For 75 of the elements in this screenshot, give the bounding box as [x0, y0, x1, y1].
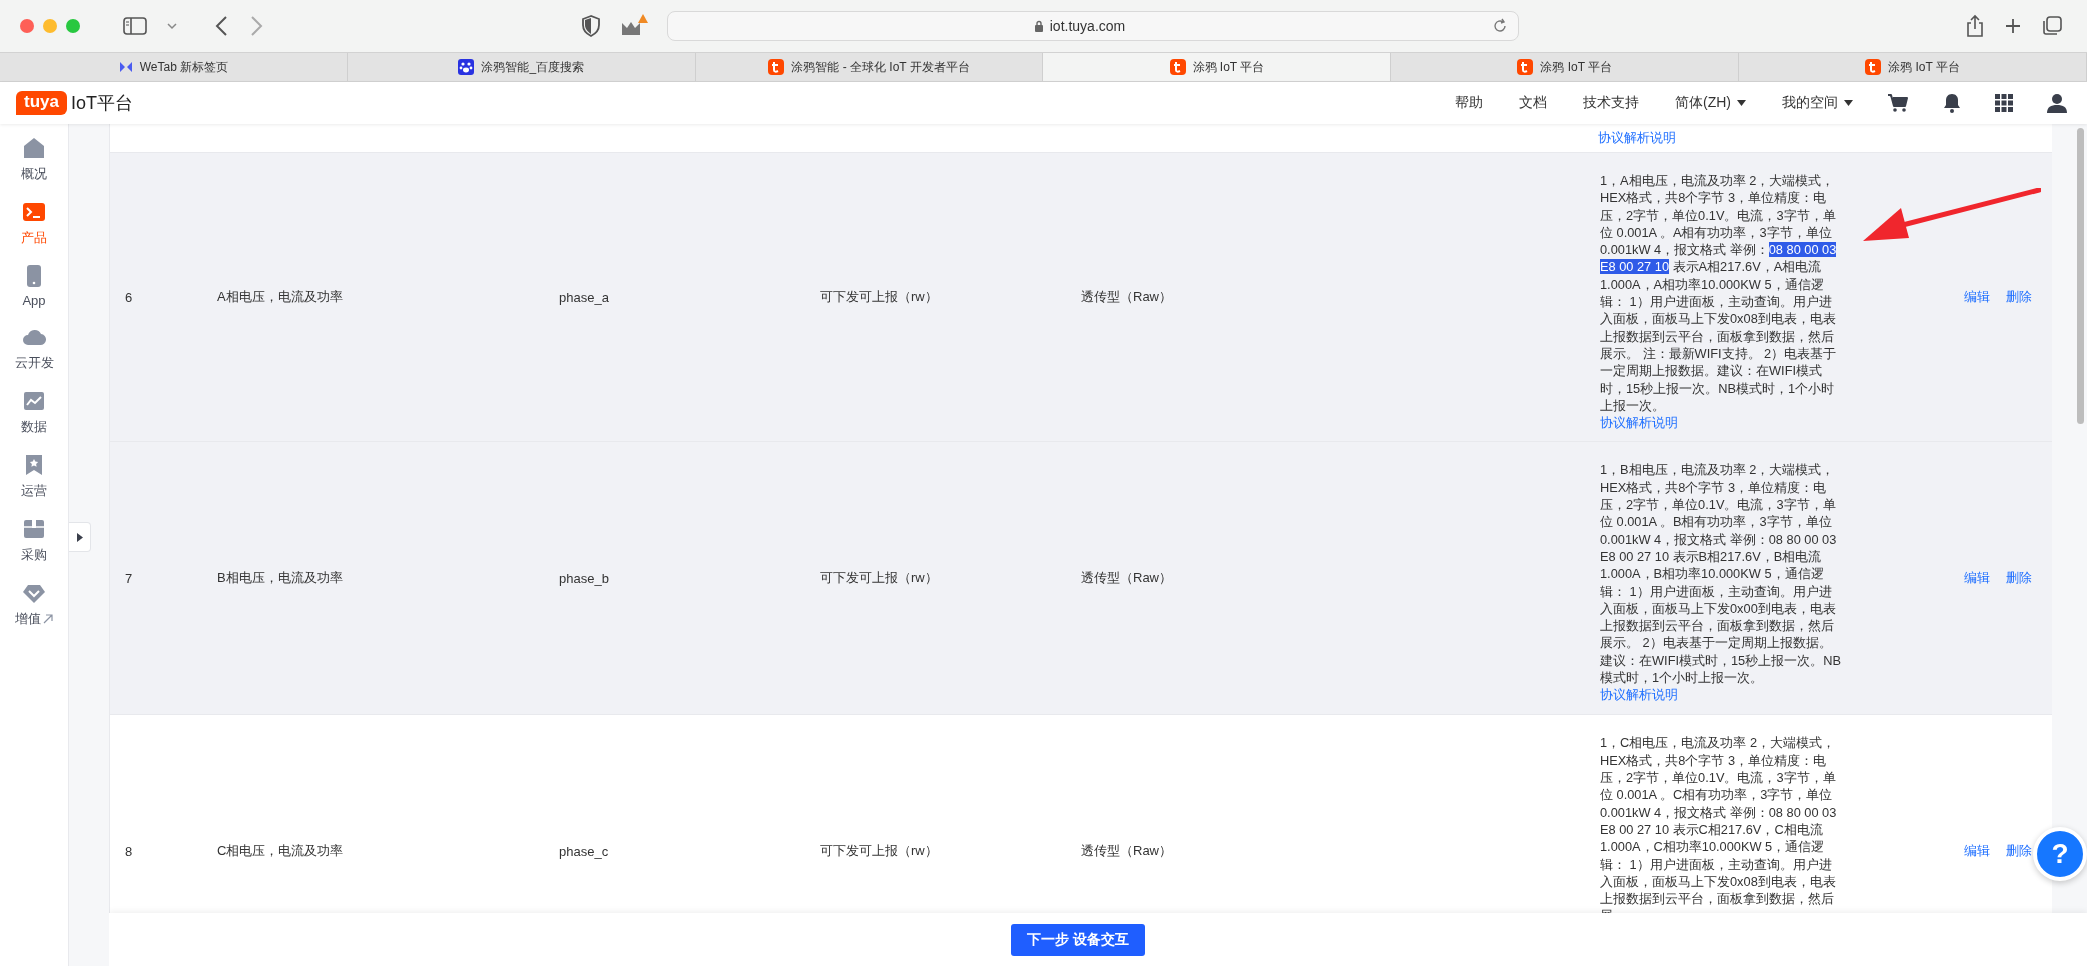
edit-link[interactable]: 编辑 — [1964, 842, 1990, 861]
chevron-down-icon[interactable] — [166, 21, 178, 31]
sidebar-item[interactable]: 数据 — [21, 389, 47, 436]
box-icon — [22, 517, 46, 541]
scrollbar[interactable] — [2076, 128, 2084, 424]
t-mark-icon — [768, 59, 785, 75]
bell-icon[interactable] — [1943, 93, 1961, 113]
delete-link[interactable]: 删除 — [2006, 288, 2032, 307]
bowtie-icon — [118, 61, 133, 73]
description-cell-text: 1，A相电压，电流及功率 2，大端模式，HEX格式，共8个字节 3，单位精度：电压，2字节，单位0.1V。电流，3字节，单位 0.001A 。A相有功功率，3字节，单位0.001kW 4，报文格式 举例：08 80 00 03 E8 00 27 10 表示A相217.6V，A相电流1.000A，A相功率10.000KW 5，通信逻辑： 1）用户进面板，主动查询。用户进入面板，面板马上下发0x08到电表，电表上报数据到云平台，面板拿到数据，然后展示。 注：最新WIFI支持。 2）电表基于一定周期上报数据。建议：在WIFI模式时，15秒上报一次。NB模式时，1个小时上报一次。 — [1600, 172, 1838, 415]
expand-sidebar-button[interactable] — [69, 522, 91, 552]
browser-tab[interactable]: WeTab 新标签页 — [0, 53, 348, 81]
data-type-cell: 透传型（Raw） — [1081, 289, 1172, 305]
browser-tab[interactable]: 涂鸦智能_百度搜索 — [347, 53, 696, 81]
delete-link[interactable]: 删除 — [2006, 842, 2032, 861]
t-mark-icon — [1169, 59, 1186, 75]
shield-icon[interactable] — [580, 15, 601, 37]
nav-link[interactable]: 文档 — [1519, 94, 1547, 112]
user-icon[interactable] — [2047, 93, 2067, 113]
nav-link[interactable]: 简体(ZH) — [1675, 94, 1746, 112]
chart-icon — [22, 389, 46, 413]
nav-link[interactable]: 技术支持 — [1583, 94, 1639, 112]
reload-icon[interactable] — [1491, 18, 1508, 34]
platform-title: IoT平台 — [70, 92, 133, 115]
dp-id-cell: 6 — [125, 289, 133, 305]
terminal-icon — [22, 200, 46, 224]
back-icon[interactable] — [214, 15, 230, 37]
dp-name-cell: A相电压，电流及功率 — [217, 289, 343, 305]
share-icon[interactable] — [1965, 14, 1985, 38]
protocol-link[interactable]: 协议解析说明 — [1598, 128, 1676, 146]
data-type-cell: 透传型（Raw） — [1081, 570, 1172, 586]
description-cell-text: 1，B相电压，电流及功率 2，大端模式，HEX格式，共8个字节 3，单位精度：电压，2字节，单位0.1V。电流，3字节，单位 0.001A 。B相有功功率，3字节，单位0.001kW 4，报文格式 举例：08 80 00 03 E8 00 27 10 表示B相217.6V，B相电流1.000A，B相功率10.000KW 5，通信逻辑： 1）用户进面板，主动查询。用户进入面板，面板马上下发0x00到电表，电表上报数据到云平台，面板拿到数据，然后展示。 2）电表基于一定周期上报数据。建议：在WIFI模式时，15秒上报一次。NB模式时，1个小时上报一次。 — [1600, 461, 1843, 687]
t-mark-icon — [1865, 59, 1882, 75]
house-icon — [22, 136, 46, 160]
close-window-button[interactable] — [20, 19, 34, 33]
dp-id-cell: 7 — [125, 570, 133, 586]
sidebar-item[interactable]: 增值 — [15, 581, 53, 628]
lock-icon — [1033, 19, 1044, 33]
sidebar-item[interactable]: 云开发 — [14, 325, 54, 372]
delete-link[interactable]: 删除 — [2006, 569, 2032, 588]
sidebar-item[interactable]: 产品 — [21, 200, 47, 247]
address-bar[interactable]: iot.tuya.com — [666, 11, 1519, 41]
dp-name-cell: B相电压，电流及功率 — [217, 570, 343, 586]
nav-link[interactable]: 我的空间 — [1782, 94, 1853, 112]
nav-link[interactable]: 帮助 — [1455, 94, 1483, 112]
new-tab-icon[interactable] — [2003, 16, 2023, 36]
t-mark-icon — [1517, 59, 1534, 75]
access-mode-cell: 可下发可上报（rw） — [820, 843, 938, 859]
access-mode-cell: 可下发可上报（rw） — [820, 289, 938, 305]
identifier-cell: phase_a — [559, 289, 609, 305]
sidebar-icon[interactable] — [122, 16, 148, 36]
protocol-link[interactable]: 协议解析说明 — [1600, 414, 1678, 432]
tab-overview-icon[interactable] — [2041, 15, 2063, 37]
sidebar-item[interactable]: 运营 — [21, 453, 47, 500]
triangle-right-icon — [76, 532, 83, 542]
next-step-button[interactable]: 下一步 设备交互 — [1011, 923, 1145, 956]
apps-grid-icon[interactable] — [1995, 94, 2013, 112]
edit-link[interactable]: 编辑 — [1964, 569, 1990, 588]
sidebar-item[interactable]: 采购 — [21, 517, 47, 564]
identifier-cell: phase_c — [559, 843, 609, 859]
sidebar-item[interactable]: 概况 — [21, 136, 47, 183]
browser-tab[interactable]: 涂鸦 IoT 平台 — [1739, 53, 2087, 81]
browser-tab[interactable]: 涂鸦 IoT 平台 — [1043, 53, 1392, 81]
paw-icon — [458, 59, 475, 75]
access-mode-cell: 可下发可上报（rw） — [820, 570, 938, 586]
dp-name-cell: C相电压，电流及功率 — [217, 843, 344, 859]
cart-icon[interactable] — [1887, 93, 1909, 113]
protocol-link[interactable]: 协议解析说明 — [1600, 686, 1678, 704]
data-type-cell: 透传型（Raw） — [1081, 843, 1172, 859]
sidebar-item[interactable]: App — [22, 264, 46, 308]
browser-tab[interactable]: 涂鸦智能 - 全球化 IoT 开发者平台 — [695, 53, 1044, 81]
dp-id-cell: 8 — [125, 843, 133, 859]
identifier-cell: phase_b — [559, 570, 609, 586]
browser-tab[interactable]: 涂鸦 IoT 平台 — [1391, 53, 1740, 81]
edit-link[interactable]: 编辑 — [1964, 288, 1990, 307]
